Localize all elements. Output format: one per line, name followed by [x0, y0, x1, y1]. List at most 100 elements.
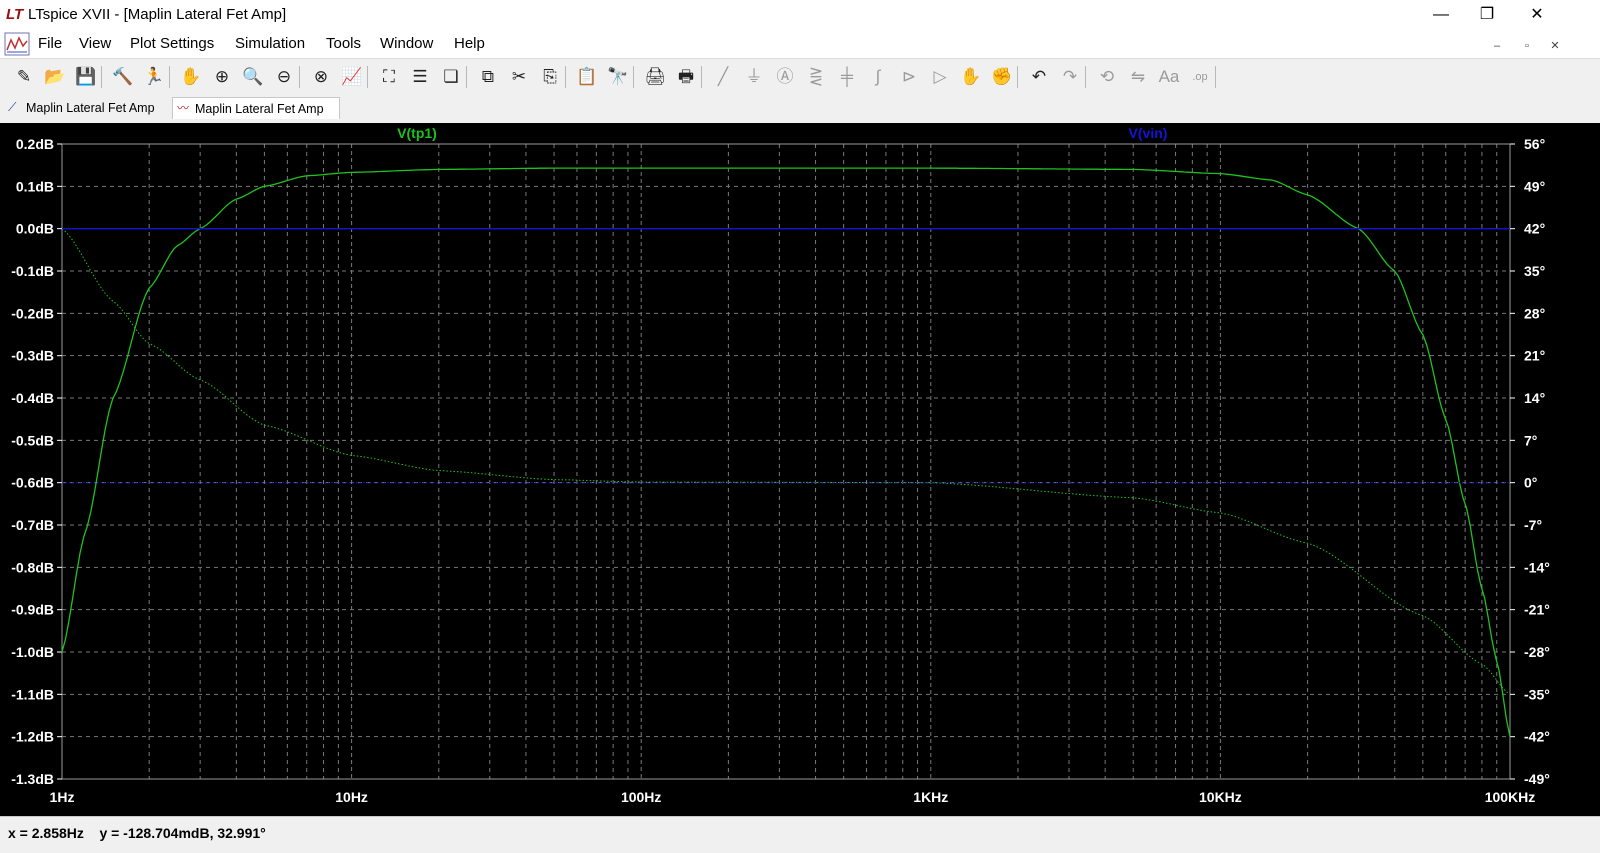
menu-simulation[interactable]: Simulation: [235, 35, 305, 52]
y-axis-right-labels: 56° 49° 42° 35° 28° 21° 14° 7° 0° -7° -14° -21° -28°…: [1510, 136, 1550, 787]
y-tick-label-right: 35°: [1524, 263, 1545, 279]
y-tick-label-left: -1.3dB: [11, 771, 54, 787]
text-icon[interactable]: Aa: [1157, 66, 1181, 88]
tab-waveform[interactable]: 〰 Maplin Lateral Fet Amp: [172, 97, 340, 119]
trace-label-vin[interactable]: V(vin): [1129, 125, 1168, 141]
mirror-icon[interactable]: ⇋: [1126, 66, 1150, 88]
toolbar-separator: [565, 66, 566, 88]
find-icon[interactable]: 🔭: [606, 66, 630, 88]
label-net-icon[interactable]: Ⓐ: [773, 66, 797, 88]
close-button[interactable]: ✕: [1514, 0, 1560, 30]
zoom-out-icon[interactable]: ⊖: [272, 66, 296, 88]
autorange-icon[interactable]: 📈: [340, 66, 364, 88]
tp1-magnitude-trace[interactable]: [61, 167, 1511, 737]
y-tick-label-left: -0.6dB: [11, 475, 54, 491]
mdi-restore-button[interactable]: ▫: [1515, 36, 1539, 56]
mdi-minimize-button[interactable]: –: [1485, 36, 1509, 56]
drag-icon[interactable]: ✊: [990, 66, 1014, 88]
y-tick-label-left: -0.8dB: [11, 559, 54, 575]
y-tick-label-right: 7°: [1524, 432, 1537, 448]
control-panel-icon[interactable]: 🔨: [111, 66, 135, 88]
wire-icon[interactable]: ╱: [711, 66, 735, 88]
redo-icon[interactable]: ↷: [1058, 66, 1082, 88]
toolbar-separator: [169, 66, 170, 88]
menu-view[interactable]: View: [79, 35, 111, 52]
ground-icon[interactable]: ⏚: [742, 66, 766, 88]
y-tick-label-left: -1.0dB: [11, 644, 54, 660]
menu-bar: File View Plot Settings Simulation Tools…: [0, 30, 1600, 58]
y-tick-label-left: -0.5dB: [11, 432, 54, 448]
open-file-icon[interactable]: 📂: [43, 66, 67, 88]
menu-file[interactable]: File: [38, 35, 62, 52]
y-tick-label-left: -0.3dB: [11, 348, 54, 364]
move-icon[interactable]: ✋: [959, 66, 983, 88]
halt-icon[interactable]: ✋: [179, 66, 203, 88]
copy-icon[interactable]: ⎘: [538, 66, 562, 88]
y-tick-label-right: 28°: [1524, 305, 1545, 321]
fit-icon[interactable]: ⛶: [377, 66, 401, 88]
print-preview-icon[interactable]: 🖶: [674, 66, 698, 88]
menu-plot-settings[interactable]: Plot Settings: [130, 35, 214, 52]
plot-traces: [61, 167, 1511, 737]
y-tick-label-right: 49°: [1524, 178, 1545, 194]
toolbar-separator: [701, 66, 702, 88]
mdi-close-button[interactable]: ✕: [1543, 36, 1567, 56]
zoom-in-icon[interactable]: ⊕: [210, 66, 234, 88]
menu-tools[interactable]: Tools: [326, 35, 361, 52]
y-tick-label-right: 14°: [1524, 390, 1545, 406]
maximize-button[interactable]: ❐: [1464, 0, 1510, 30]
waveform-icon: 〰: [177, 101, 190, 115]
y-tick-label-right: 42°: [1524, 221, 1545, 237]
run-icon[interactable]: 🏃: [142, 66, 166, 88]
resistor-icon[interactable]: ⋛: [804, 66, 828, 88]
waveform-document-icon: [4, 32, 30, 56]
tab-label: Maplin Lateral Fet Amp: [195, 102, 324, 116]
y-tick-label-left: -0.9dB: [11, 602, 54, 618]
y-tick-label-right: 21°: [1524, 348, 1545, 364]
ltspice-logo-icon: LT: [6, 6, 24, 23]
x-tick-label: 1Hz: [50, 789, 75, 805]
tile-vertical-icon[interactable]: ⧉: [476, 66, 500, 88]
window-title: LTspice XVII - [Maplin Lateral Fet Amp]: [28, 6, 287, 23]
y-axis-left-labels: 0.2dB 0.1dB 0.0dB -0.1dB -0.2dB -0.3dB -0.4dB -…: [11, 136, 62, 787]
trace-label-tp1[interactable]: V(tp1): [397, 125, 437, 141]
y-tick-label-left: -1.2dB: [11, 729, 54, 745]
waveform-plot[interactable]: 0.2dB 0.1dB 0.0dB -0.1dB -0.2dB -0.3dB -0.4dB -…: [0, 123, 1600, 816]
y-tick-label-left: 0.0dB: [16, 221, 54, 237]
zoom-cancel-icon[interactable]: ⊗: [309, 66, 333, 88]
inductor-icon[interactable]: ∫: [866, 66, 890, 88]
toolbar-separator: [1215, 66, 1216, 88]
tile-horizontal-icon[interactable]: ☰: [408, 66, 432, 88]
y-tick-label-left: -0.2dB: [11, 305, 54, 321]
zoom-pan-icon[interactable]: 🔍: [241, 66, 265, 88]
plot-canvas[interactable]: 0.2dB 0.1dB 0.0dB -0.1dB -0.2dB -0.3dB -0.4dB -…: [0, 123, 1600, 816]
cursor-readout: x = 2.858Hz y = -128.704mdB, 32.991°: [8, 825, 266, 841]
cut-icon[interactable]: ✂: [507, 66, 531, 88]
minimize-button[interactable]: —: [1418, 0, 1464, 30]
x-tick-label: 100Hz: [621, 789, 661, 805]
y-tick-label-left: -1.1dB: [11, 686, 54, 702]
x-axis-labels: 1Hz 10Hz 100Hz 1KHz 10KHz 100KHz: [50, 789, 1536, 805]
component-icon[interactable]: ▷: [928, 66, 952, 88]
menu-window[interactable]: Window: [380, 35, 433, 52]
open-schematic-icon[interactable]: ✎: [12, 66, 36, 88]
capacitor-icon[interactable]: ╪: [835, 66, 859, 88]
title-bar: LT LTspice XVII - [Maplin Lateral Fet Am…: [0, 0, 1600, 30]
cascade-icon[interactable]: ❏: [439, 66, 463, 88]
toolbar-separator: [1017, 66, 1018, 88]
print-icon[interactable]: 🖨: [643, 66, 667, 88]
undo-icon[interactable]: ↶: [1027, 66, 1051, 88]
spice-directive-icon[interactable]: .op: [1188, 66, 1212, 88]
save-icon[interactable]: 💾: [74, 66, 98, 88]
toolbar-separator: [367, 66, 368, 88]
y-tick-label-left: -0.7dB: [11, 517, 54, 533]
tab-schematic[interactable]: ⟋ Maplin Lateral Fet Amp: [4, 97, 170, 119]
y-tick-label-left: 0.2dB: [16, 136, 54, 152]
document-tabs: ⟋ Maplin Lateral Fet Amp 〰 Maplin Latera…: [0, 95, 1600, 121]
diode-icon[interactable]: ⊳: [897, 66, 921, 88]
y-tick-label-left: -0.4dB: [11, 390, 54, 406]
paste-icon[interactable]: 📋: [575, 66, 599, 88]
menu-help[interactable]: Help: [454, 35, 485, 52]
rotate-icon[interactable]: ⟲: [1095, 66, 1119, 88]
tp1-phase-trace[interactable]: [61, 228, 1511, 695]
